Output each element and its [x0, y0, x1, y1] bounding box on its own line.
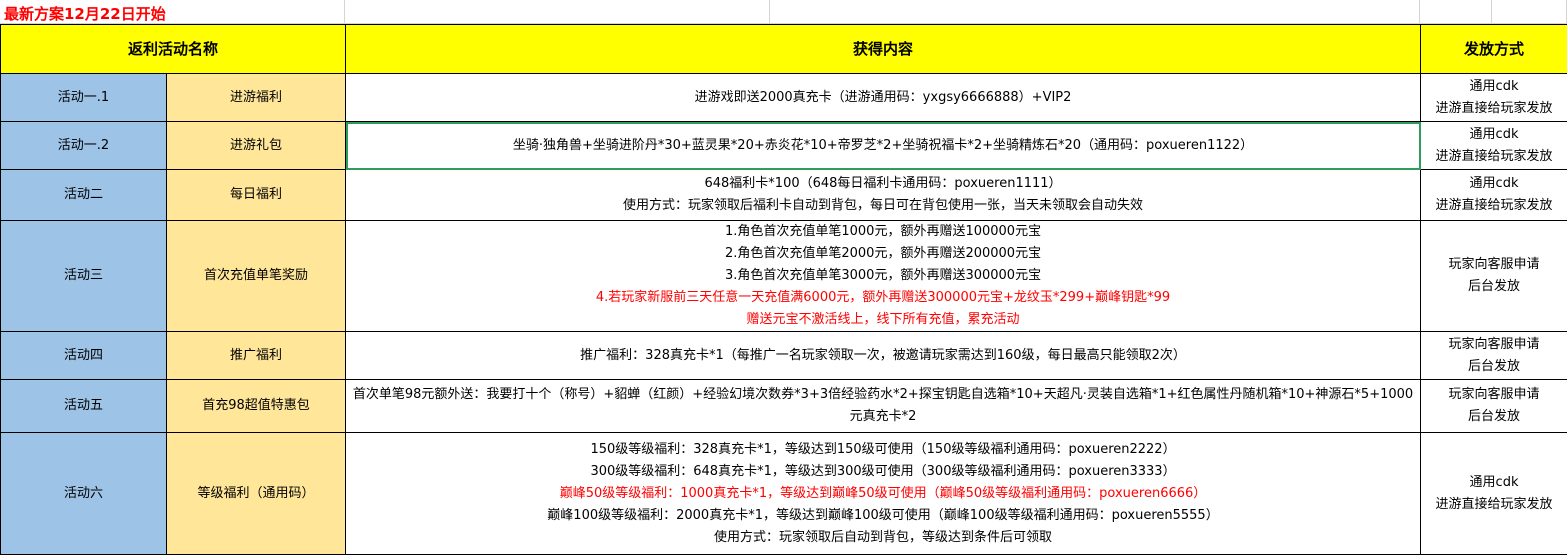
activity-name-cell[interactable]: 进游礼包 [167, 122, 346, 170]
content-cell[interactable]: 648福利卡*100（648每日福利卡通用码：poxueren1111） 使用方… [346, 170, 1421, 221]
table-row: 活动三 首次充值单笔奖励 1.角色首次充值单笔1000元，额外再赠送100000… [1, 221, 1567, 332]
header-content[interactable]: 获得内容 [346, 25, 1421, 74]
activity-name-cell[interactable]: 推广福利 [167, 332, 346, 380]
method-cell[interactable]: 玩家向客服申请 后台发放 [1421, 221, 1567, 332]
content-line: 648福利卡*100（648每日福利卡通用码：poxueren1111） [348, 173, 1418, 195]
notice-cell[interactable]: 最新方案12月22日开始 [0, 0, 345, 24]
empty-cell[interactable] [345, 0, 770, 24]
content-line: 巅峰100级等级福利：2000真充卡*1，等级达到巅峰100级可使用（巅峰100… [348, 505, 1418, 527]
activity-id-cell[interactable]: 活动四 [1, 332, 167, 380]
method-line: 玩家向客服申请 [1423, 254, 1565, 276]
empty-cell[interactable] [1420, 0, 1492, 24]
header-activity-name[interactable]: 返利活动名称 [1, 25, 346, 74]
table-row: 活动四 推广福利 推广福利：328真充卡*1（每推广一名玩家领取一次，被邀请玩家… [1, 332, 1567, 380]
method-line: 进游直接给玩家发放 [1423, 146, 1565, 168]
method-line: 后台发放 [1423, 406, 1565, 428]
activity-name-cell[interactable]: 每日福利 [167, 170, 346, 221]
content-cell[interactable]: 进游戏即送2000真充卡（进游通用码：yxgsy6666888）+VIP2 [346, 74, 1421, 122]
activity-name-cell[interactable]: 进游福利 [167, 74, 346, 122]
table-row: 活动一.1 进游福利 进游戏即送2000真充卡（进游通用码：yxgsy66668… [1, 74, 1567, 122]
method-cell[interactable]: 通用cdk 进游直接给玩家发放 [1421, 433, 1567, 555]
notice-text: 最新方案12月22日开始 [4, 3, 166, 24]
content-line-highlight: 巅峰50级等级福利：1000真充卡*1，等级达到巅峰50级可使用（巅峰50级等级… [348, 483, 1418, 505]
activity-name-cell[interactable]: 等级福利（通用码） [167, 433, 346, 555]
method-line: 进游直接给玩家发放 [1423, 98, 1565, 120]
content-line: 150级等级福利：328真充卡*1，等级达到150级可使用（150级等级福利通用… [348, 439, 1418, 461]
method-cell[interactable]: 通用cdk 进游直接给玩家发放 [1421, 122, 1567, 170]
method-line: 通用cdk [1423, 173, 1565, 195]
header-method[interactable]: 发放方式 [1421, 25, 1567, 74]
content-line: 300级等级福利：648真充卡*1，等级达到300级可使用（300级等级福利通用… [348, 461, 1418, 483]
method-line: 后台发放 [1423, 356, 1565, 378]
method-line: 通用cdk [1423, 76, 1565, 98]
content-line: 使用方式：玩家领取后自动到背包，等级达到条件后可领取 [348, 527, 1418, 549]
content-line: 使用方式：玩家领取后福利卡自动到背包，每日可在背包使用一张，当天未领取会自动失效 [348, 195, 1418, 217]
content-cell[interactable]: 推广福利：328真充卡*1（每推广一名玩家领取一次，被邀请玩家需达到160级，每… [346, 332, 1421, 380]
table-row: 活动五 首充98超值特惠包 首次单笔98元额外送：我要打十个（称号）+貂蝉（红颜… [1, 380, 1567, 433]
method-line: 进游直接给玩家发放 [1423, 494, 1565, 516]
rebate-table: 返利活动名称 获得内容 发放方式 活动一.1 进游福利 进游戏即送2000真充卡… [0, 24, 1567, 555]
method-cell[interactable]: 玩家向客服申请 后台发放 [1421, 332, 1567, 380]
content-line: 推广福利：328真充卡*1（每推广一名玩家领取一次，被邀请玩家需达到160级，每… [348, 345, 1418, 367]
method-line: 通用cdk [1423, 124, 1565, 146]
content-cell[interactable]: 1.角色首次充值单笔1000元，额外再赠送100000元宝 2.角色首次充值单笔… [346, 221, 1421, 332]
method-line: 后台发放 [1423, 276, 1565, 298]
content-line: 进游戏即送2000真充卡（进游通用码：yxgsy6666888）+VIP2 [348, 87, 1418, 109]
empty-cell[interactable] [1492, 0, 1567, 24]
activity-id-cell[interactable]: 活动六 [1, 433, 167, 555]
method-cell[interactable]: 通用cdk 进游直接给玩家发放 [1421, 74, 1567, 122]
content-line: 3.角色首次充值单笔3000元，额外再赠送300000元宝 [348, 265, 1418, 287]
table-row: 活动六 等级福利（通用码） 150级等级福利：328真充卡*1，等级达到150级… [1, 433, 1567, 555]
activity-name-cell[interactable]: 首充98超值特惠包 [167, 380, 346, 433]
activity-id-cell[interactable]: 活动五 [1, 380, 167, 433]
content-line: 2.角色首次充值单笔2000元，额外再赠送200000元宝 [348, 243, 1418, 265]
content-cell[interactable]: 150级等级福利：328真充卡*1，等级达到150级可使用（150级等级福利通用… [346, 433, 1421, 555]
selected-content-cell[interactable]: 坐骑·独角兽+坐骑进阶丹*30+蓝灵果*20+赤炎花*10+帝罗芝*2+坐骑祝福… [346, 122, 1421, 170]
content-line: 首次单笔98元额外送：我要打十个（称号）+貂蝉（红颜）+经验幻境次数券*3+3倍… [348, 384, 1418, 428]
content-line-highlight: 赠送元宝不激活线上，线下所有充值，累充活动 [348, 309, 1418, 331]
activity-id-cell[interactable]: 活动三 [1, 221, 167, 332]
activity-name-cell[interactable]: 首次充值单笔奖励 [167, 221, 346, 332]
method-line: 玩家向客服申请 [1423, 334, 1565, 356]
table-row: 活动一.2 进游礼包 坐骑·独角兽+坐骑进阶丹*30+蓝灵果*20+赤炎花*10… [1, 122, 1567, 170]
method-cell[interactable]: 通用cdk 进游直接给玩家发放 [1421, 170, 1567, 221]
activity-id-cell[interactable]: 活动一.1 [1, 74, 167, 122]
method-cell[interactable]: 玩家向客服申请 后台发放 [1421, 380, 1567, 433]
top-row: 最新方案12月22日开始 [0, 0, 1567, 24]
activity-id-cell[interactable]: 活动一.2 [1, 122, 167, 170]
method-line: 进游直接给玩家发放 [1423, 195, 1565, 217]
method-line: 玩家向客服申请 [1423, 384, 1565, 406]
content-line: 坐骑·独角兽+坐骑进阶丹*30+蓝灵果*20+赤炎花*10+帝罗芝*2+坐骑祝福… [348, 135, 1418, 157]
empty-cell[interactable] [770, 0, 1420, 24]
table-row: 活动二 每日福利 648福利卡*100（648每日福利卡通用码：poxueren… [1, 170, 1567, 221]
activity-id-cell[interactable]: 活动二 [1, 170, 167, 221]
method-line: 通用cdk [1423, 472, 1565, 494]
content-line: 1.角色首次充值单笔1000元，额外再赠送100000元宝 [348, 221, 1418, 243]
content-line-highlight: 4.若玩家新服前三天任意一天充值满6000元，额外再赠送300000元宝+龙纹玉… [348, 287, 1418, 309]
content-cell[interactable]: 首次单笔98元额外送：我要打十个（称号）+貂蝉（红颜）+经验幻境次数券*3+3倍… [346, 380, 1421, 433]
